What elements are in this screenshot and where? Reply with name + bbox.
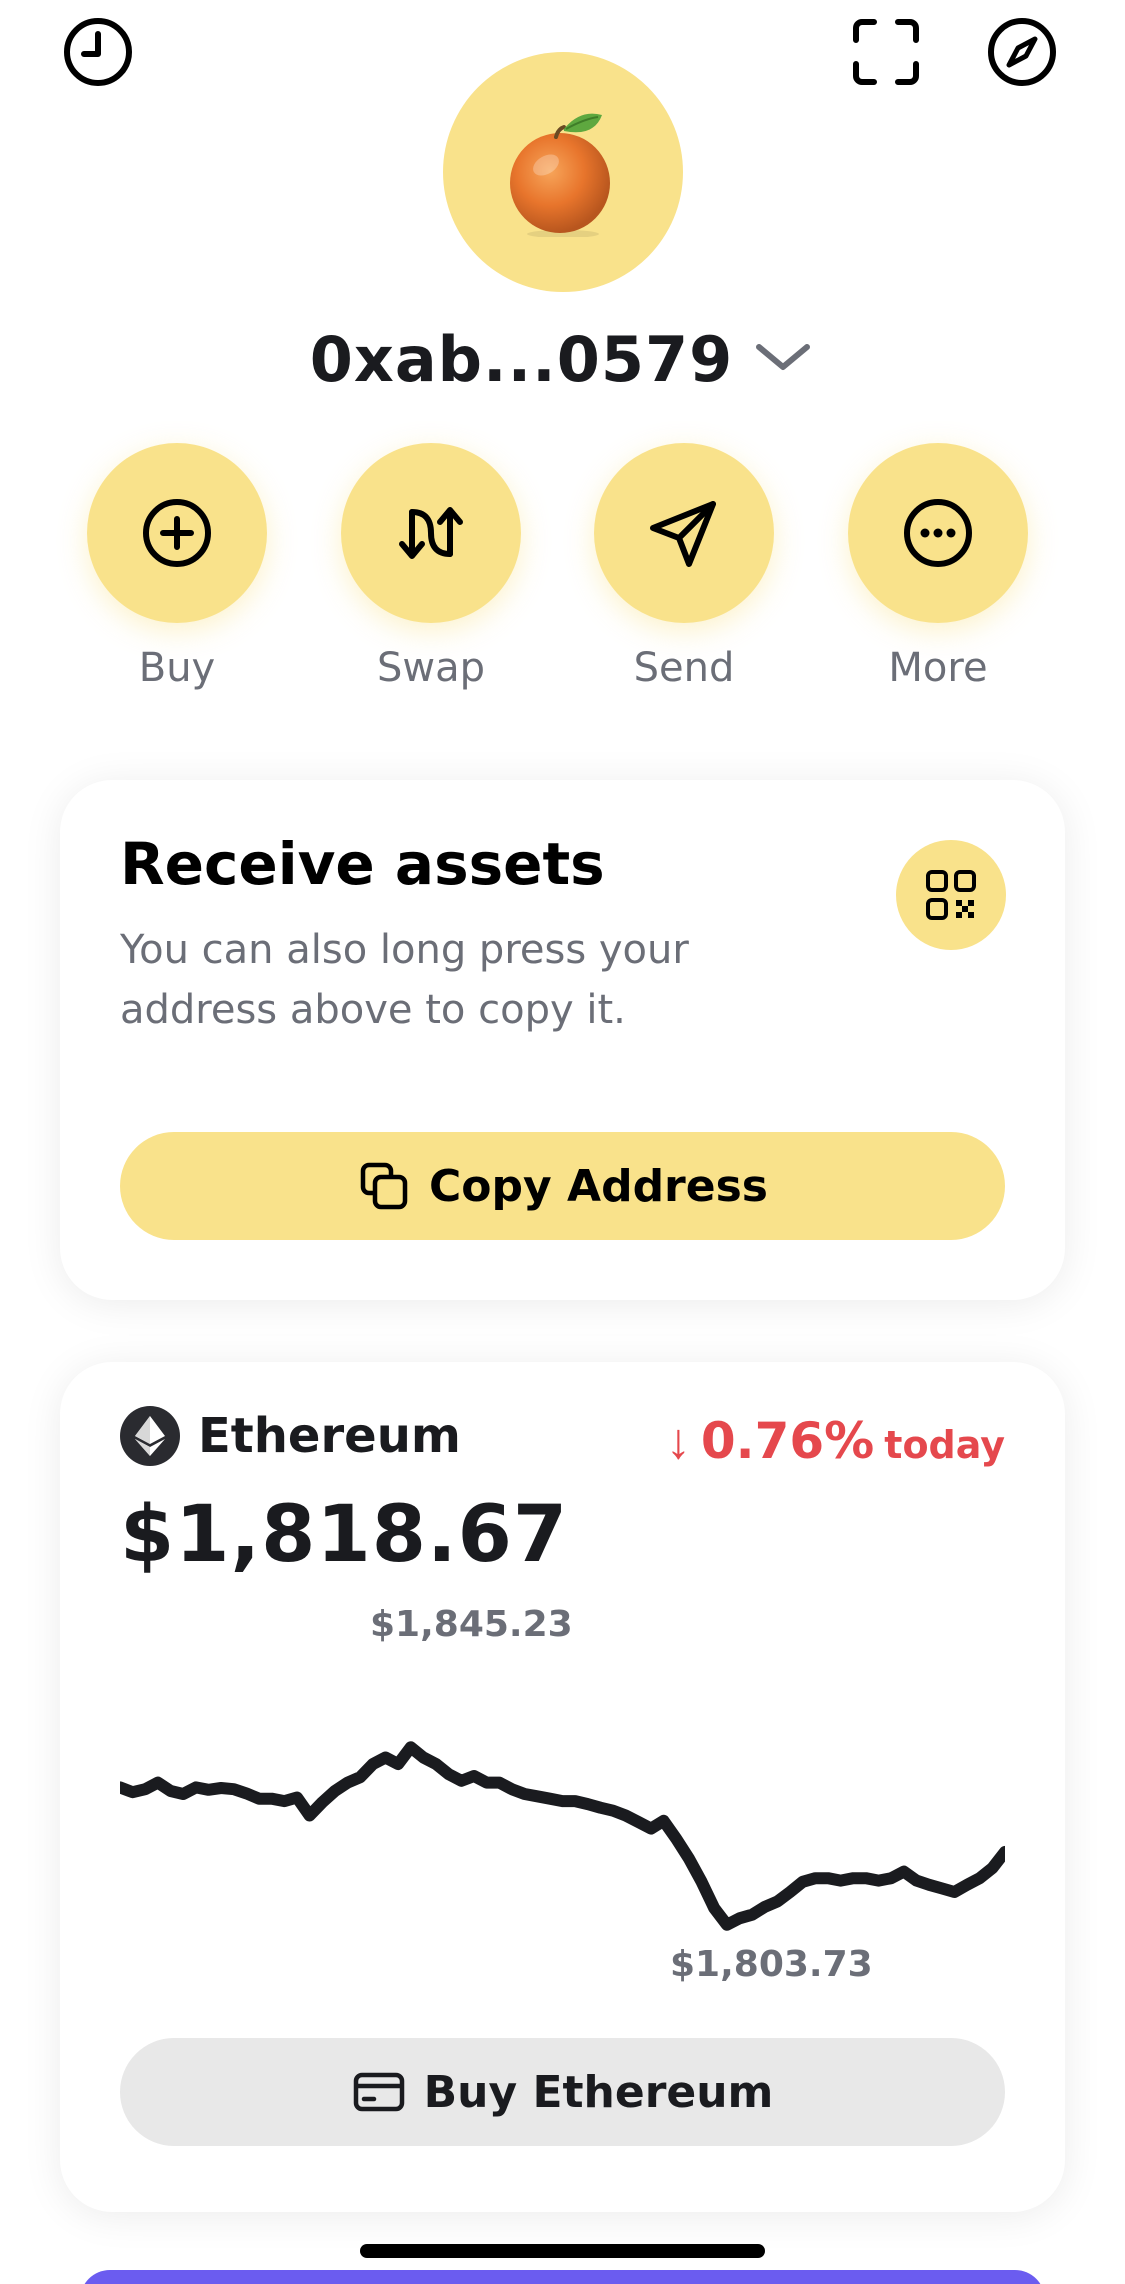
send-label: Send: [633, 645, 735, 691]
plus-circle-icon: [143, 499, 211, 567]
swap-button[interactable]: [341, 443, 521, 623]
home-indicator: [360, 2244, 765, 2258]
buy-action[interactable]: Buy: [77, 443, 277, 691]
receive-title: Receive assets: [120, 830, 605, 898]
history-button[interactable]: [60, 14, 136, 90]
more-action[interactable]: More: [838, 443, 1038, 691]
quick-actions: Buy Swap Send More: [0, 443, 1125, 703]
arrow-down-icon: ↓: [665, 1413, 691, 1469]
swap-icon: [399, 507, 463, 559]
asset-price: $1,818.67: [120, 1490, 569, 1580]
scan-button[interactable]: [848, 14, 924, 90]
send-action[interactable]: Send: [584, 443, 784, 691]
more-label: More: [888, 645, 988, 691]
account-selector[interactable]: 0xab...0579: [0, 318, 1125, 400]
ethereum-card[interactable]: Ethereum ↓ 0.76% today $1,818.67 $1,845.…: [60, 1362, 1065, 2212]
price-change-value: 0.76%: [700, 1412, 875, 1470]
qr-code-icon: [926, 870, 976, 920]
wallet-address[interactable]: 0xab...0579: [310, 323, 734, 396]
more-icon: [904, 499, 972, 567]
chart-low-label: $1,803.73: [670, 1944, 873, 1985]
send-button[interactable]: [594, 443, 774, 623]
ethereum-icon: [120, 1406, 180, 1466]
discover-button[interactable]: [984, 14, 1060, 90]
copy-address-button[interactable]: Copy Address: [120, 1132, 1005, 1240]
chevron-down-icon[interactable]: [751, 337, 815, 382]
send-icon: [650, 501, 716, 567]
buy-label: Buy: [138, 645, 216, 691]
more-button[interactable]: [848, 443, 1028, 623]
card-icon: [353, 2072, 404, 2112]
price-change: ↓ 0.76% today: [666, 1412, 1005, 1470]
price-change-period: today: [884, 1423, 1005, 1467]
chart-high-label: $1,845.23: [370, 1604, 573, 1645]
asset-name: Ethereum: [198, 1408, 461, 1464]
bottom-sheet-peek: [80, 2270, 1045, 2284]
eth-header: Ethereum: [120, 1406, 461, 1466]
copy-address-label: Copy Address: [429, 1160, 768, 1212]
qr-code-button[interactable]: [896, 840, 1006, 950]
wallet-avatar[interactable]: [443, 52, 683, 292]
copy-icon: [360, 1162, 408, 1210]
receive-description: You can also long press your address abo…: [120, 927, 689, 1033]
price-series-line: [120, 1741, 1005, 1931]
receive-assets-card: Receive assets You can also long press y…: [60, 780, 1065, 1300]
scan-icon: [853, 19, 919, 85]
buy-ethereum-button[interactable]: Buy Ethereum: [120, 2038, 1005, 2146]
compass-icon: [988, 18, 1056, 86]
swap-label: Swap: [376, 645, 485, 691]
clock-icon: [64, 18, 132, 86]
tangerine-icon: [510, 113, 610, 237]
buy-ethereum-label: Buy Ethereum: [423, 2066, 774, 2118]
buy-button[interactable]: [87, 443, 267, 623]
swap-action[interactable]: Swap: [331, 443, 531, 691]
price-chart[interactable]: [120, 1672, 1005, 1952]
